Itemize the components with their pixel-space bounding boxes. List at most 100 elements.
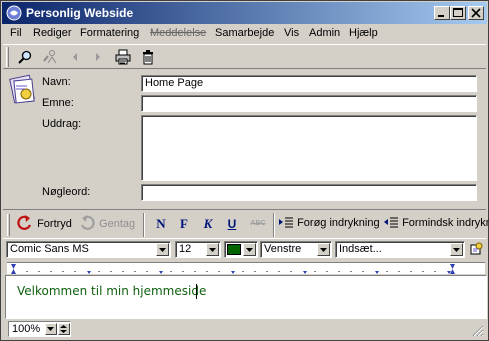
- zoom-value: 100%: [12, 323, 41, 335]
- menu-meddelelse[interactable]: Meddelelse: [150, 27, 206, 39]
- zoom-stepper[interactable]: [58, 323, 70, 335]
- keywords-label: Nøgleord:: [42, 186, 91, 198]
- forward-arrow-icon: [96, 53, 100, 61]
- undo-icon: [17, 215, 32, 230]
- undo-label: Fortryd: [37, 217, 72, 230]
- people-button[interactable]: [40, 47, 60, 67]
- edit-toolbar: Fortryd Gentag N F K U ABC Forøg indrykn…: [3, 209, 489, 239]
- minimize-button[interactable]: [434, 6, 450, 20]
- app-window: Personlig Webside Fil Rediger Formaterin…: [0, 0, 489, 341]
- underline-button[interactable]: U: [223, 215, 241, 233]
- redo-icon: [80, 215, 95, 230]
- menu-bar: Fil Rediger Formatering Meddelelse Samar…: [3, 25, 486, 43]
- chevron-down-icon: [453, 248, 460, 252]
- editor-content: Velkommen til min hjemmeside: [17, 284, 207, 298]
- name-label: Navn:: [42, 76, 71, 88]
- ruler[interactable]: [7, 262, 485, 274]
- close-icon: [471, 8, 481, 18]
- zoom-select[interactable]: 100%: [8, 321, 71, 337]
- bold-f-button[interactable]: F: [175, 215, 193, 233]
- chevron-down-icon: [209, 248, 216, 252]
- menu-rediger[interactable]: Rediger: [33, 27, 72, 39]
- size-dropdown[interactable]: [206, 243, 219, 256]
- trash-icon: [143, 50, 153, 65]
- window-title: Personlig Webside: [26, 6, 134, 20]
- stepper-icon: [60, 325, 67, 333]
- ruler-ticks: [11, 264, 455, 274]
- close-button[interactable]: [468, 6, 484, 20]
- undo-button[interactable]: Fortryd: [16, 214, 72, 232]
- italic-button[interactable]: K: [199, 215, 217, 233]
- indent-more-label: Forøg indrykning: [297, 216, 380, 229]
- color-swatch: [227, 244, 241, 255]
- menu-formatering[interactable]: Formatering: [80, 27, 139, 39]
- excerpt-label: Uddrag:: [42, 118, 82, 130]
- color-select[interactable]: [224, 241, 258, 258]
- size-value: 12: [179, 243, 192, 255]
- chevron-down-icon: [320, 248, 327, 252]
- keywords-field[interactable]: [141, 184, 477, 201]
- people-icon: [43, 50, 57, 64]
- name-field[interactable]: Home Page: [141, 75, 477, 92]
- indent-less-button[interactable]: Formindsk indrykning: [383, 216, 489, 230]
- back-button[interactable]: [65, 47, 85, 67]
- app-icon: [6, 5, 22, 21]
- menu-samarbejde[interactable]: Samarbejde: [215, 27, 274, 39]
- delete-button[interactable]: [138, 47, 158, 67]
- color-dropdown[interactable]: [243, 243, 256, 256]
- toolbar-grip-2[interactable]: [7, 214, 10, 236]
- align-dropdown[interactable]: [317, 243, 330, 256]
- indent-more-button[interactable]: Forøg indrykning: [278, 216, 380, 230]
- strikethrough-button[interactable]: ABC: [247, 215, 269, 233]
- chevron-down-icon: [159, 248, 166, 252]
- menu-admin[interactable]: Admin: [309, 27, 340, 39]
- document-icon: [7, 74, 37, 108]
- title-bar[interactable]: Personlig Webside: [2, 2, 487, 24]
- insert-object-icon: [470, 242, 483, 255]
- chevron-down-icon: [47, 327, 54, 331]
- insert-object-button[interactable]: [467, 240, 485, 258]
- toolbar-grip[interactable]: [6, 47, 9, 67]
- resize-grip-icon: [472, 325, 484, 337]
- separator: [143, 213, 145, 237]
- insert-select[interactable]: Indsæt...: [335, 241, 465, 258]
- insert-dropdown[interactable]: [450, 243, 463, 256]
- font-value: Comic Sans MS: [10, 243, 89, 255]
- menu-fil[interactable]: Fil: [10, 27, 22, 39]
- search-button[interactable]: [15, 47, 35, 67]
- minimize-icon: [438, 15, 444, 17]
- bold-n-button[interactable]: N: [152, 215, 170, 233]
- main-toolbar: [3, 44, 486, 69]
- indent-less-label: Formindsk indrykning: [402, 216, 489, 229]
- menu-vis[interactable]: Vis: [284, 27, 299, 39]
- resize-grip[interactable]: [472, 325, 484, 337]
- print-icon: [115, 49, 131, 65]
- subject-field[interactable]: [141, 95, 477, 112]
- text-caret: [196, 284, 197, 299]
- status-bar: 100%: [3, 320, 486, 339]
- font-select[interactable]: Comic Sans MS: [6, 241, 171, 258]
- indent-less-icon: [384, 217, 398, 228]
- forward-button[interactable]: [88, 47, 108, 67]
- menu-hjaelp[interactable]: Hjælp: [349, 27, 378, 39]
- back-arrow-icon: [73, 53, 77, 61]
- align-value: Venstre: [264, 243, 302, 255]
- redo-button[interactable]: Gentag: [78, 214, 135, 232]
- insert-value: Indsæt...: [339, 243, 382, 255]
- excerpt-field[interactable]: [141, 115, 477, 181]
- format-toolbar: Comic Sans MS 12 Venstre Indsæt...: [3, 240, 486, 260]
- chevron-down-icon: [246, 248, 253, 252]
- subject-label: Emne:: [42, 97, 74, 109]
- font-dropdown[interactable]: [156, 243, 169, 256]
- align-select[interactable]: Venstre: [260, 241, 332, 258]
- separator-2: [273, 213, 275, 237]
- search-icon: [18, 50, 32, 64]
- size-select[interactable]: 12: [175, 241, 221, 258]
- redo-label: Gentag: [99, 217, 136, 230]
- content-editor[interactable]: Velkommen til min hjemmeside: [5, 275, 487, 319]
- zoom-dropdown[interactable]: [45, 323, 57, 335]
- maximize-icon: [453, 8, 463, 17]
- indent-more-icon: [279, 217, 293, 228]
- print-button[interactable]: [113, 47, 133, 67]
- maximize-button[interactable]: [450, 6, 466, 20]
